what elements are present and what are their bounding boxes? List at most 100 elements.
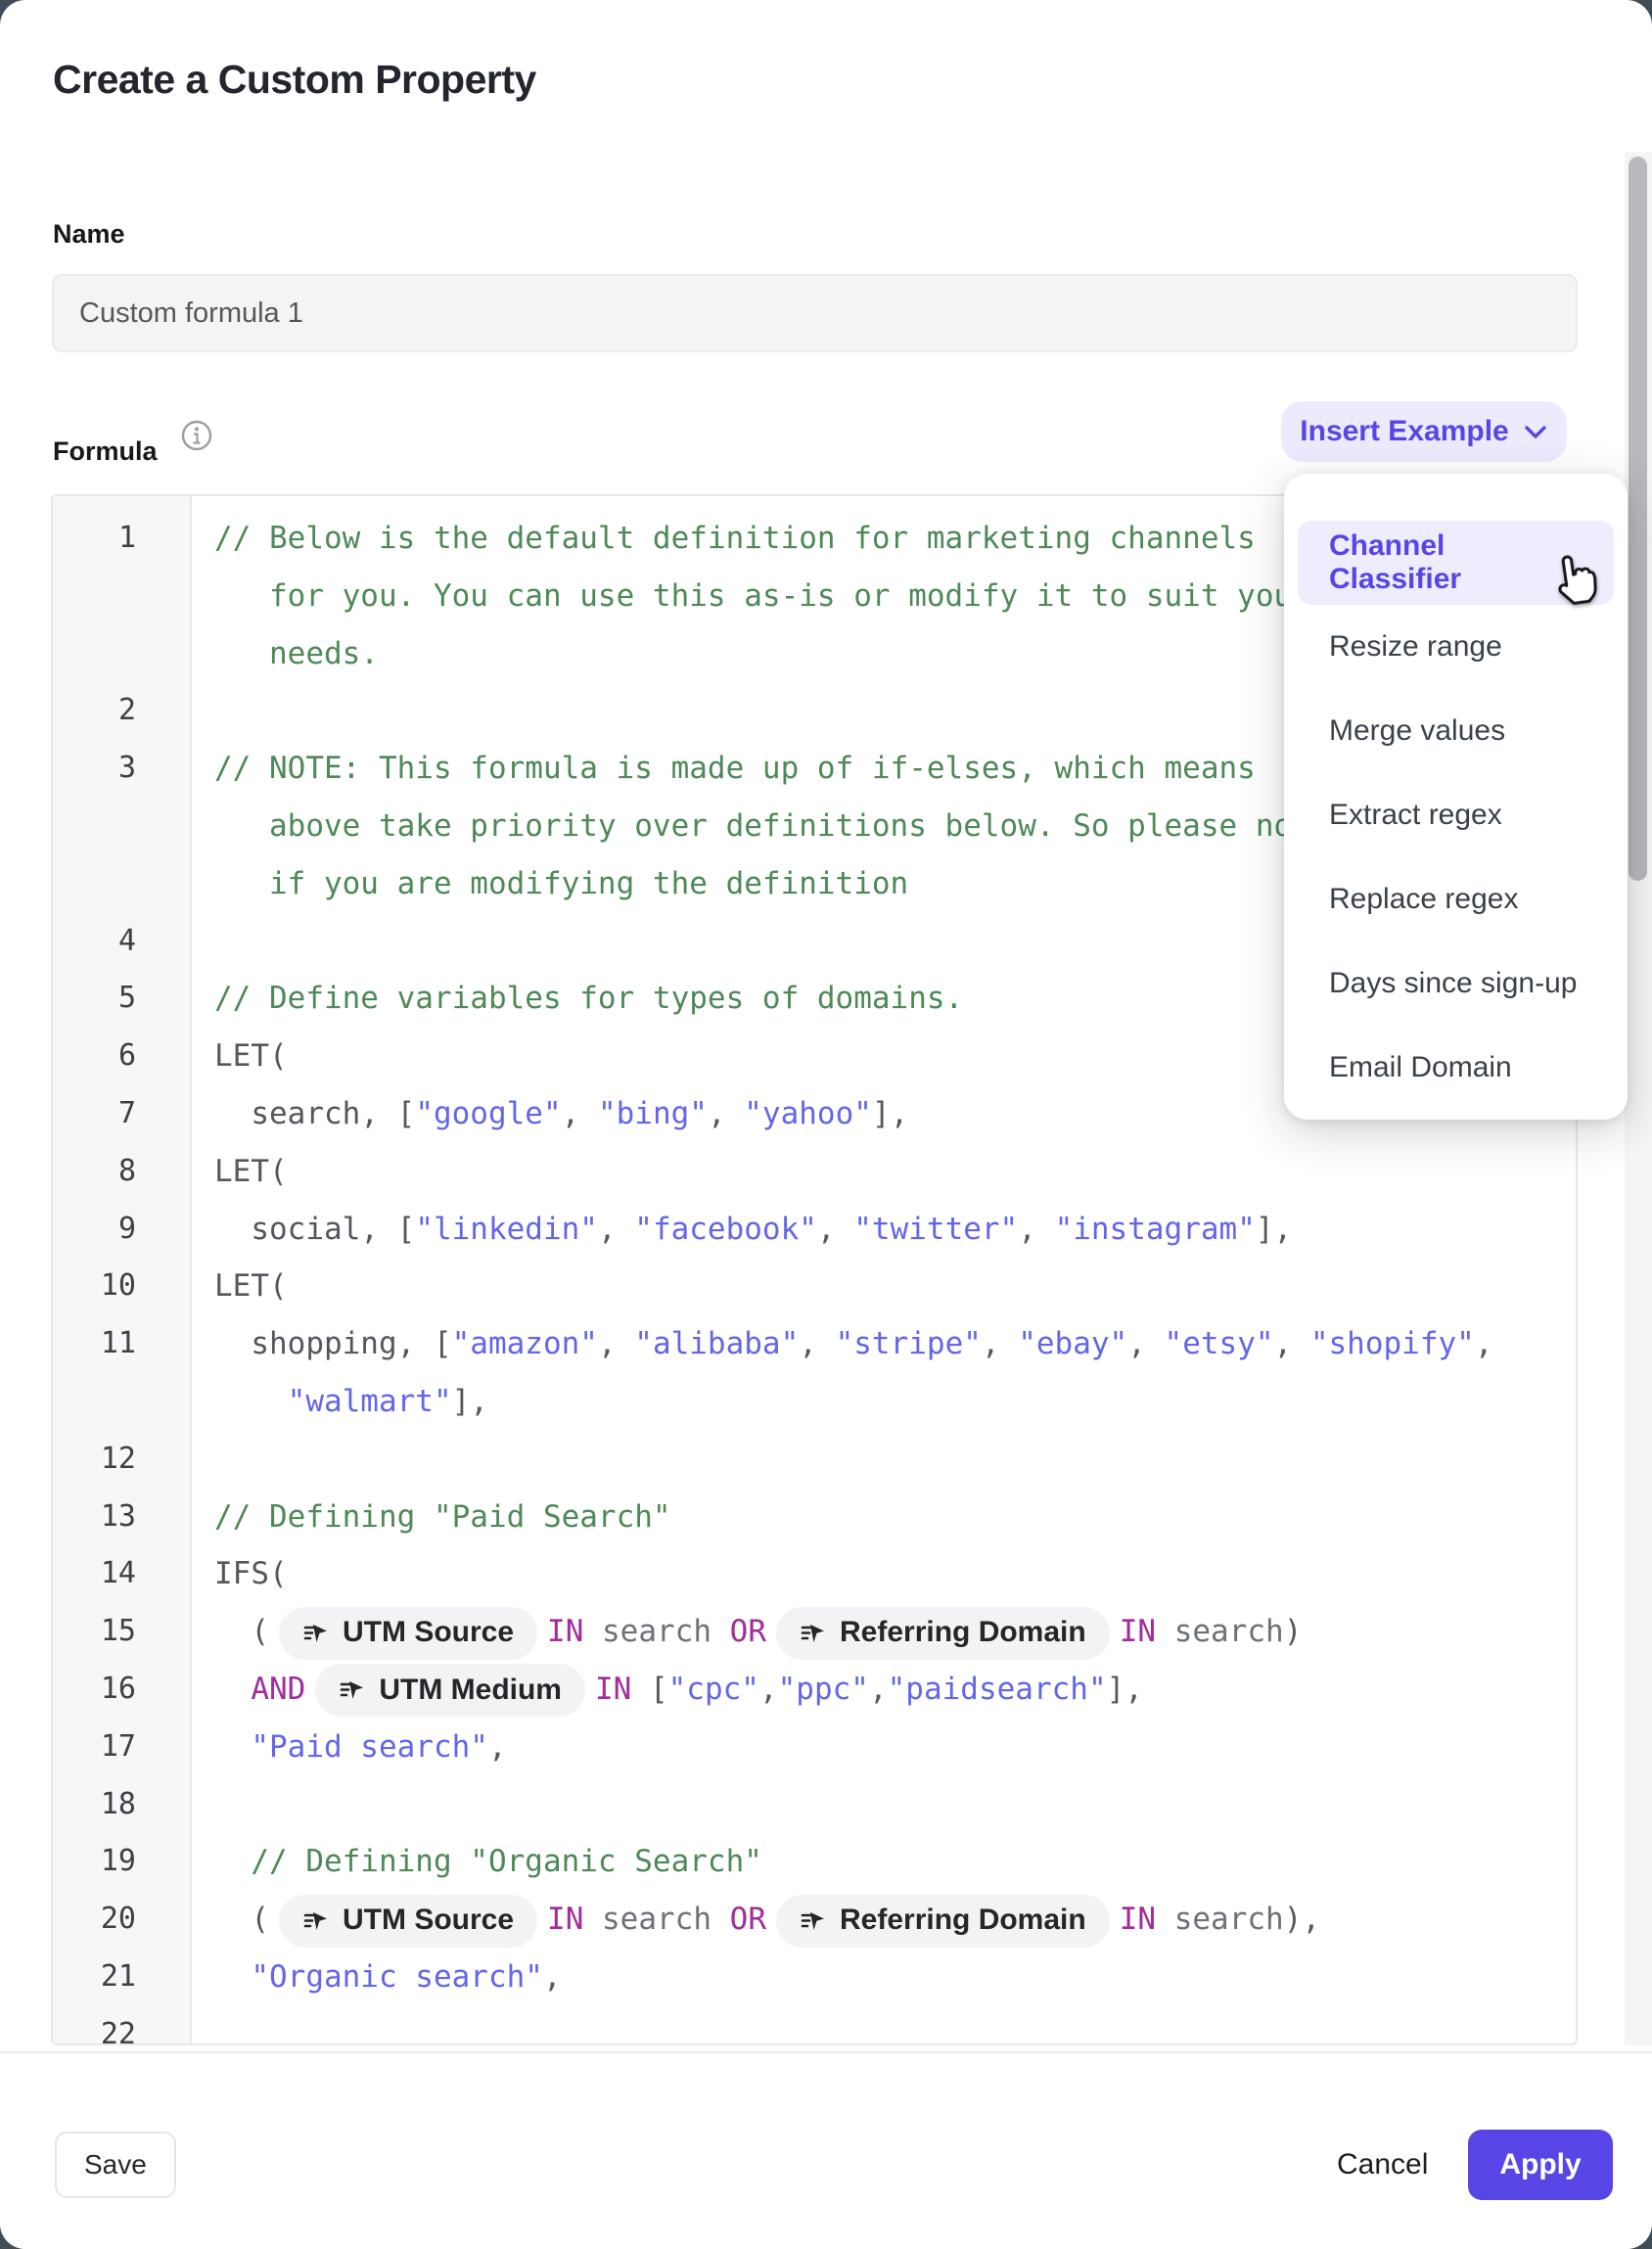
line-number: 6 <box>53 1028 190 1085</box>
line-number: 15 <box>53 1603 190 1661</box>
code-token: IN <box>1120 1614 1156 1649</box>
code-token: LET( <box>214 1268 288 1304</box>
modal-footer: Save Cancel Apply <box>0 2051 1652 2249</box>
code-token: search <box>1156 1614 1284 1649</box>
name-input[interactable]: Custom formula 1 <box>52 274 1578 352</box>
menu-item-email-domain[interactable]: Email Domain <box>1298 1026 1614 1110</box>
code-token: ], <box>452 1384 488 1419</box>
editor-row: 12 <box>53 1431 1576 1489</box>
line-number: 17 <box>53 1719 190 1776</box>
menu-item-merge-values[interactable]: Merge values <box>1298 689 1614 773</box>
code-token: search <box>583 1902 729 1937</box>
code-token: "stripe" <box>836 1326 982 1361</box>
property-token-label: UTM Source <box>343 1604 514 1661</box>
property-token-icon <box>800 1907 827 1935</box>
code-token: social, [ <box>214 1212 415 1247</box>
code-token: "twitter" <box>853 1212 1018 1247</box>
apply-button[interactable]: Apply <box>1468 2130 1613 2200</box>
code-token: above take priority over definitions bel… <box>214 808 1328 844</box>
code-token <box>214 1959 251 1995</box>
code-token: "yahoo" <box>744 1096 872 1131</box>
code-token: , <box>488 1729 507 1765</box>
code-token: , <box>1018 1212 1054 1247</box>
code-token: search <box>583 1614 729 1649</box>
code-line: LET( <box>190 1143 1576 1201</box>
code-token: , <box>1274 1326 1310 1361</box>
modal-scrollbar-thumb[interactable] <box>1629 157 1647 881</box>
property-token-chip[interactable]: UTM Source <box>279 1895 537 1948</box>
code-token: AND <box>251 1672 305 1707</box>
line-number: 3 <box>53 740 190 798</box>
editor-row: 14 IFS( <box>53 1545 1576 1603</box>
code-token: ( <box>214 1902 269 1937</box>
code-token: ) <box>1284 1614 1303 1649</box>
modal-scrollbar-track[interactable] <box>1625 152 1652 2045</box>
modal-title: Create a Custom Property <box>53 57 536 103</box>
editor-row: 18 <box>53 1776 1576 1834</box>
line-number <box>53 855 190 913</box>
code-token: ), <box>1284 1902 1320 1937</box>
menu-item-days-since-sign-up[interactable]: Days since sign-up <box>1298 941 1614 1026</box>
code-token: "walmart" <box>288 1384 452 1419</box>
editor-row: 15 (UTM SourceIN search ORReferring Doma… <box>53 1603 1576 1661</box>
code-line: LET( <box>190 1258 1576 1315</box>
code-token: "facebook" <box>634 1212 817 1247</box>
code-token: "instagram" <box>1055 1212 1256 1247</box>
code-token: search <box>1156 1902 1284 1937</box>
code-line: // Defining "Organic Search" <box>190 1833 1576 1891</box>
code-token: "ppc" <box>778 1672 869 1707</box>
editor-row: 21 "Organic search", <box>53 1949 1576 2006</box>
property-token-chip[interactable]: Referring Domain <box>776 1895 1110 1948</box>
code-token: [ <box>631 1672 667 1707</box>
editor-row: "walmart"], <box>53 1373 1576 1431</box>
line-number: 22 <box>53 2006 190 2045</box>
line-number: 11 <box>53 1315 190 1373</box>
code-token: , <box>598 1212 634 1247</box>
code-line <box>190 1776 1576 1834</box>
property-token-label: UTM Medium <box>379 1662 562 1719</box>
save-button[interactable]: Save <box>55 2132 176 2198</box>
line-number: 7 <box>53 1085 190 1143</box>
line-number: 18 <box>53 1776 190 1834</box>
code-token: "etsy" <box>1165 1326 1274 1361</box>
line-number: 4 <box>53 913 190 971</box>
code-token <box>214 1729 251 1765</box>
code-token: , <box>759 1672 778 1707</box>
line-number: 14 <box>53 1545 190 1603</box>
menu-item-replace-regex[interactable]: Replace regex <box>1298 857 1614 941</box>
property-token-icon <box>302 1907 330 1935</box>
code-token: // Define variables for types of domains… <box>214 981 963 1016</box>
code-token: "paidsearch" <box>888 1672 1107 1707</box>
line-number <box>53 568 190 625</box>
editor-row: 17 "Paid search", <box>53 1719 1576 1776</box>
code-token: "shopify" <box>1310 1326 1475 1361</box>
editor-row: 9 social, ["linkedin", "facebook", "twit… <box>53 1201 1576 1259</box>
editor-row: 19 // Defining "Organic Search" <box>53 1833 1576 1891</box>
code-line: ANDUTM MediumIN ["cpc","ppc","paidsearch… <box>190 1661 1576 1719</box>
code-token: // Defining "Organic Search" <box>214 1844 762 1879</box>
cancel-button[interactable]: Cancel <box>1323 2132 1442 2198</box>
line-number: 12 <box>53 1431 190 1489</box>
property-token-chip[interactable]: Referring Domain <box>776 1607 1110 1660</box>
info-icon[interactable] <box>180 419 213 452</box>
code-token: IFS( <box>214 1556 288 1591</box>
editor-row: 22 <box>53 2006 1576 2045</box>
menu-item-resize-range[interactable]: Resize range <box>1298 605 1614 689</box>
property-token-chip[interactable]: UTM Medium <box>315 1664 585 1717</box>
menu-item-extract-regex[interactable]: Extract regex <box>1298 773 1614 857</box>
insert-example-button[interactable]: Insert Example <box>1281 401 1567 462</box>
code-line: social, ["linkedin", "facebook", "twitte… <box>190 1201 1576 1259</box>
code-token <box>214 1672 251 1707</box>
code-line: "Organic search", <box>190 1949 1576 2006</box>
menu-item-channel-classifier[interactable]: Channel Classifier <box>1298 521 1614 605</box>
code-line <box>190 1431 1576 1489</box>
code-token: IN <box>595 1672 631 1707</box>
chevron-down-icon <box>1523 415 1548 448</box>
code-token: "amazon" <box>452 1326 598 1361</box>
code-token: IN <box>1120 1902 1156 1937</box>
property-token-chip[interactable]: UTM Source <box>279 1607 537 1660</box>
code-token: "alibaba" <box>634 1326 799 1361</box>
formula-label: Formula <box>53 436 158 467</box>
code-line: "Paid search", <box>190 1719 1576 1776</box>
line-number: 9 <box>53 1201 190 1259</box>
